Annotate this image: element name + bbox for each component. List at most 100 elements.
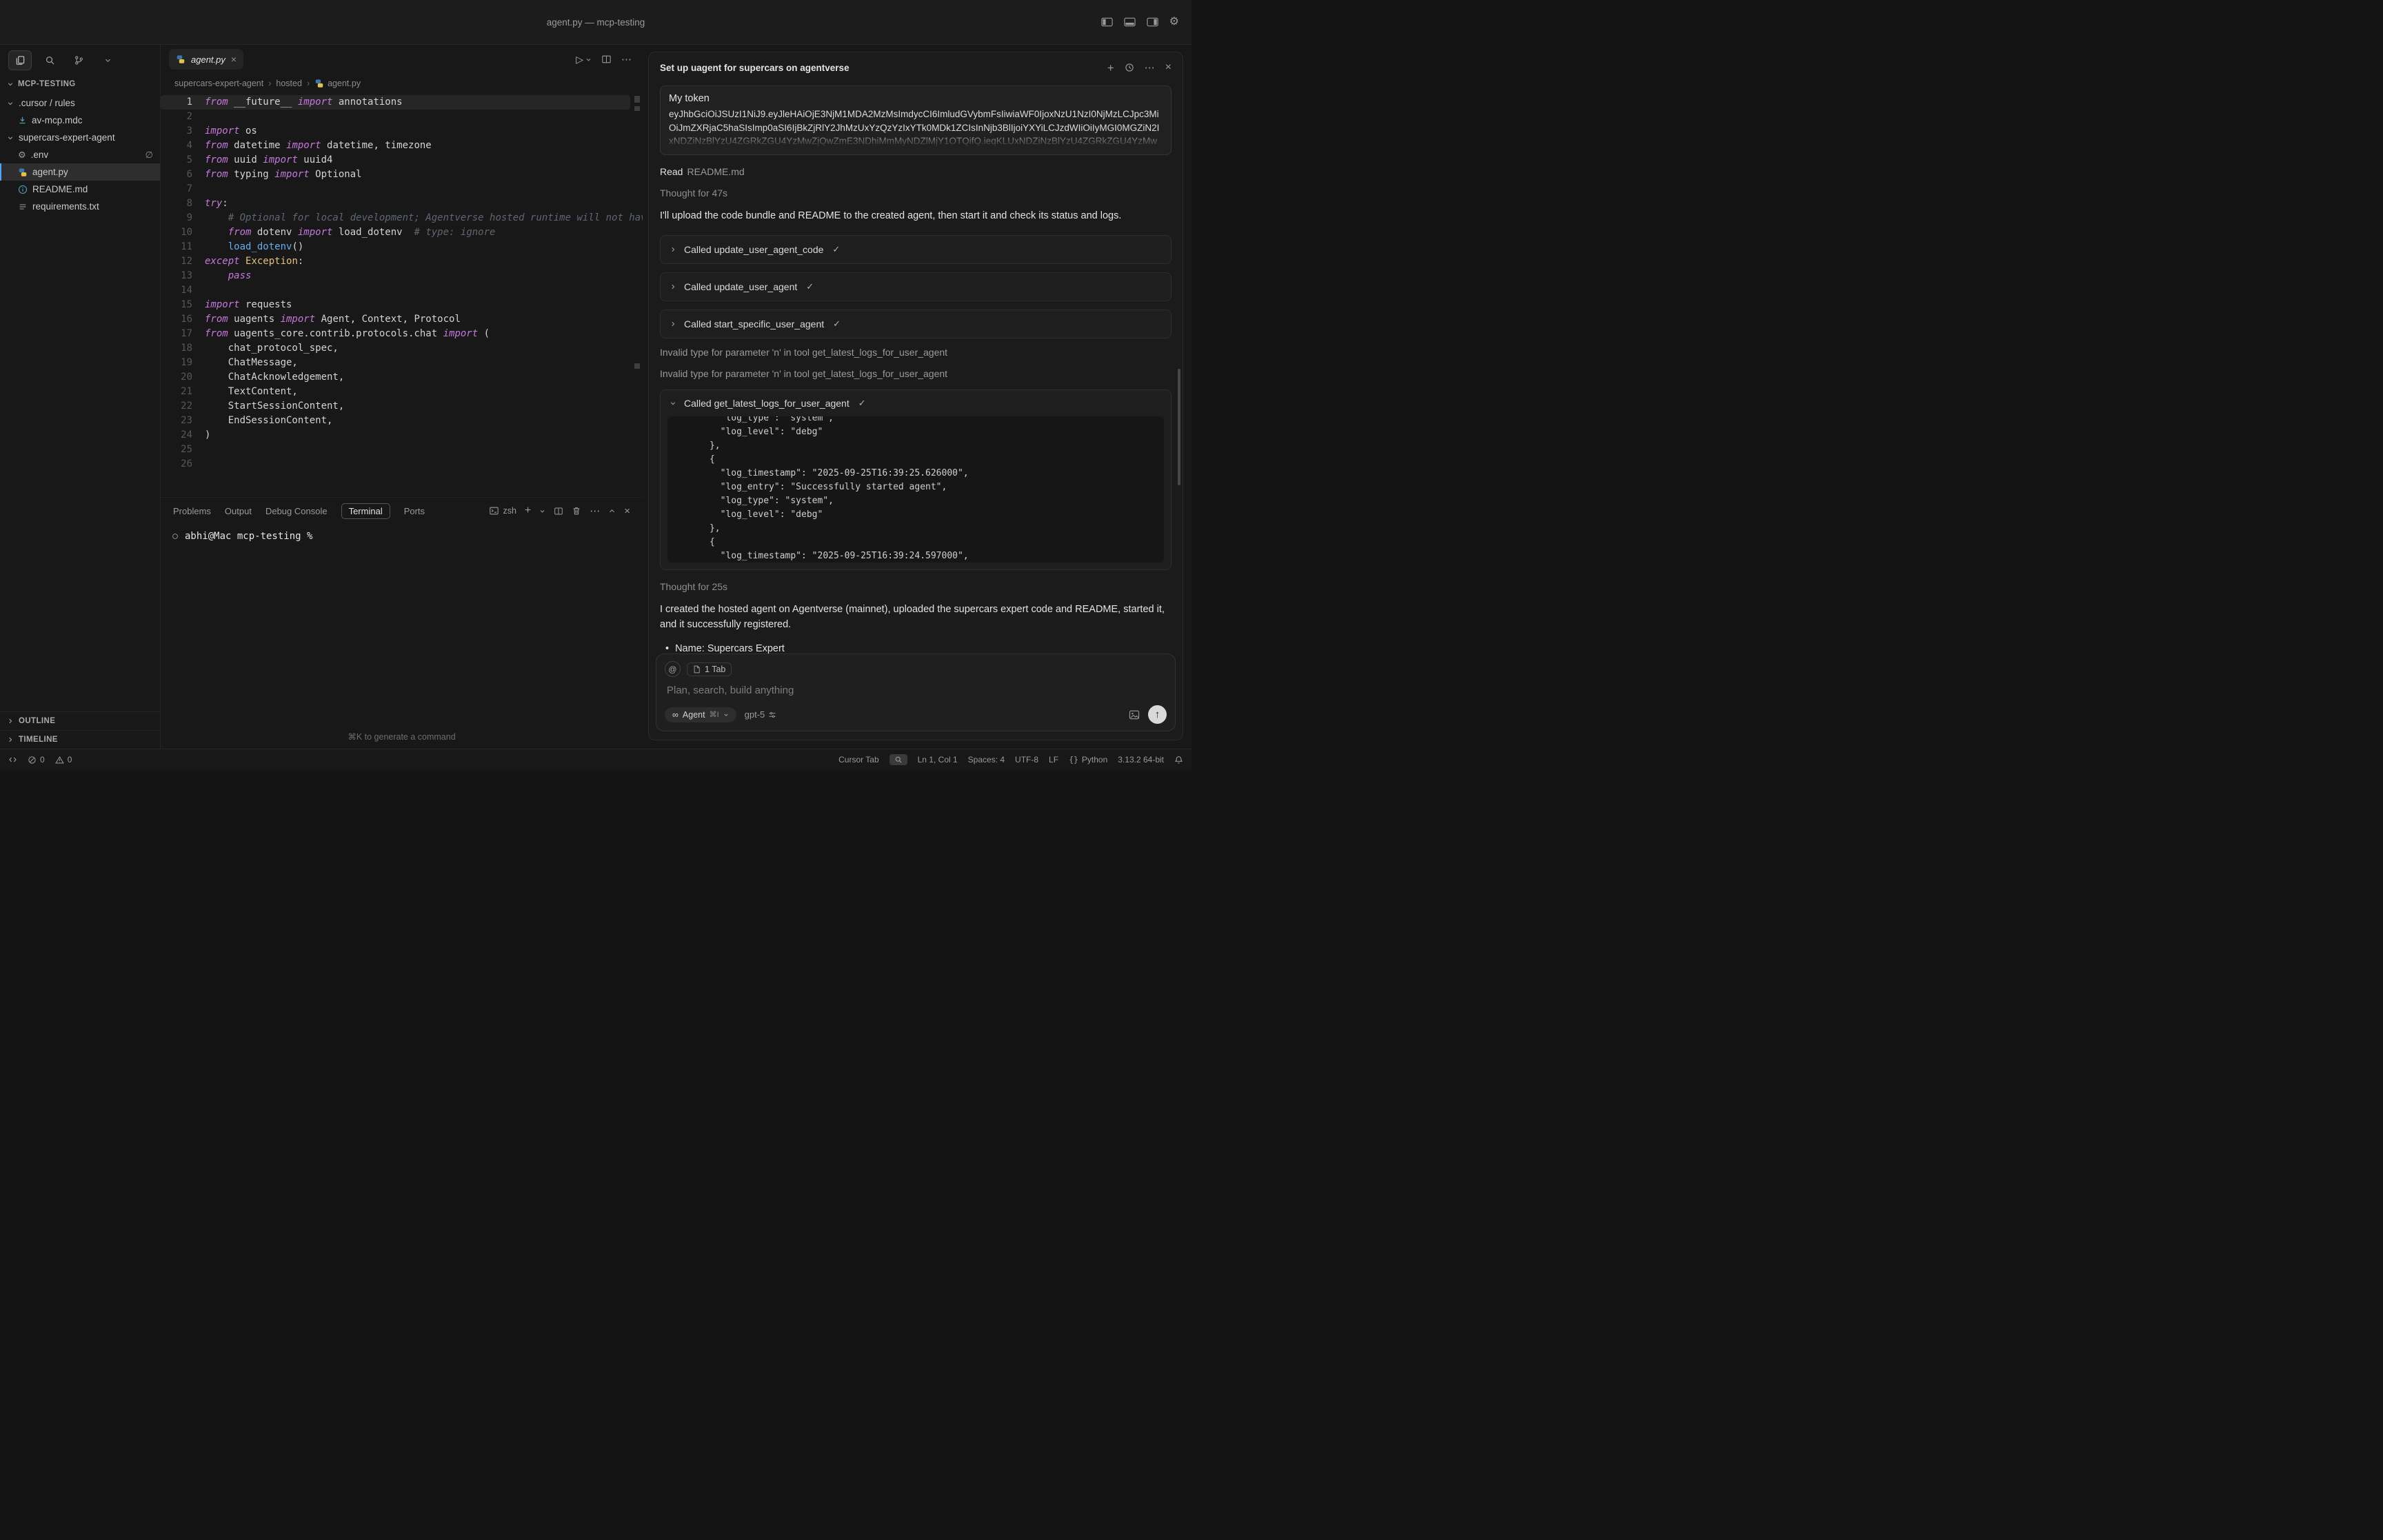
statusbar-item-0[interactable]: 0 xyxy=(55,755,72,764)
statusbar-item[interactable] xyxy=(1174,756,1183,764)
code-line[interactable]: 23 EndSessionContent, xyxy=(161,414,643,428)
breadcrumb-item-hosted[interactable]: hosted xyxy=(276,79,302,88)
statusbar-item-ln-1-col-1[interactable]: Ln 1, Col 1 xyxy=(918,755,958,764)
tool-output-log[interactable]: "log_type": "system", "log_level": "debg… xyxy=(667,416,1164,563)
kill-terminal-trash-icon[interactable] xyxy=(572,506,581,516)
send-button[interactable]: ↑ xyxy=(1148,705,1167,724)
explorer-icon[interactable] xyxy=(8,50,32,70)
new-terminal-icon[interactable]: + xyxy=(525,505,531,516)
maximize-panel-chevron-icon[interactable] xyxy=(608,507,616,515)
statusbar-item-3-13-2-64-bit[interactable]: 3.13.2 64-bit xyxy=(1118,755,1164,764)
tree-item-supercars-expert-agent[interactable]: supercars-expert-agent xyxy=(0,129,160,146)
tree-item-agent-py[interactable]: agent.py xyxy=(0,163,160,181)
code-line[interactable]: 19 ChatMessage, xyxy=(161,356,643,370)
tool-call-header[interactable]: Called get_latest_logs_for_user_agent✓ xyxy=(661,390,1171,416)
code-line[interactable]: 25 xyxy=(161,443,643,457)
tree-item-requirements-txt[interactable]: requirements.txt xyxy=(0,198,160,215)
toggle-left-panel-icon[interactable] xyxy=(1101,17,1113,27)
history-icon[interactable] xyxy=(1125,63,1134,72)
code-line[interactable]: 14 xyxy=(161,283,643,298)
code-line[interactable]: 21 TextContent, xyxy=(161,385,643,399)
close-panel-icon[interactable]: × xyxy=(624,506,630,516)
statusbar-item[interactable] xyxy=(8,756,17,764)
timeline-section[interactable]: TIMELINE xyxy=(0,730,160,749)
panel-tab-output[interactable]: Output xyxy=(225,504,252,518)
shell-selector[interactable]: zsh xyxy=(489,506,516,516)
add-context-button[interactable]: @ xyxy=(665,661,681,677)
code-line[interactable]: 8try: xyxy=(161,196,643,211)
panel-tab-debug-console[interactable]: Debug Console xyxy=(265,504,328,518)
thought-duration[interactable]: Thought for 47s xyxy=(660,188,1172,199)
toggle-bottom-panel-icon[interactable] xyxy=(1124,17,1136,27)
statusbar-item-utf-8[interactable]: UTF-8 xyxy=(1015,755,1038,764)
code-line[interactable]: 10 from dotenv import load_dotenv # type… xyxy=(161,225,643,240)
code-line[interactable]: 7 xyxy=(161,182,643,196)
tool-call-called-update-user-agent-code[interactable]: Called update_user_agent_code✓ xyxy=(660,235,1172,264)
code-line[interactable]: 24) xyxy=(161,428,643,443)
settings-gear-icon[interactable]: ⚙ xyxy=(1169,17,1179,28)
code-editor[interactable]: 1from __future__ import annotations23imp… xyxy=(161,93,643,497)
tree-item-av-mcp-mdc[interactable]: av-mcp.mdc xyxy=(0,112,160,129)
explorer-project-header[interactable]: MCP-TESTING xyxy=(0,75,160,93)
code-line[interactable]: 5from uuid import uuid4 xyxy=(161,153,643,168)
statusbar-item-cursor-tab[interactable]: Cursor Tab xyxy=(838,755,878,764)
statusbar-item-0[interactable]: 0 xyxy=(28,755,45,764)
search-icon[interactable] xyxy=(39,51,61,70)
code-line[interactable]: 22 StartSessionContent, xyxy=(161,399,643,414)
breadcrumb-item-supercars-expert-agent[interactable]: supercars-expert-agent xyxy=(174,79,263,88)
toggle-right-panel-icon[interactable] xyxy=(1147,17,1158,27)
more-views-chevron-icon[interactable] xyxy=(97,51,119,70)
code-line[interactable]: 16from uagents import Agent, Context, Pr… xyxy=(161,312,643,327)
tree-item-env[interactable]: ⚙.env∅ xyxy=(0,146,160,163)
code-line[interactable]: 6from typing import Optional xyxy=(161,168,643,182)
code-line[interactable]: 1from __future__ import annotations xyxy=(161,95,630,110)
attach-image-icon[interactable] xyxy=(1129,710,1140,720)
code-line[interactable]: 20 ChatAcknowledgement, xyxy=(161,370,643,385)
agent-mode-selector[interactable]: ∞ Agent ⌘I xyxy=(665,707,736,722)
tree-item-cursor-rules[interactable]: .cursor / rules xyxy=(0,94,160,112)
code-line[interactable]: 15import requests xyxy=(161,298,643,312)
close-icon[interactable]: × xyxy=(231,54,237,64)
new-chat-icon[interactable]: + xyxy=(1107,62,1114,74)
code-line[interactable]: 12except Exception: xyxy=(161,254,643,269)
statusbar-item-python[interactable]: {}Python xyxy=(1069,755,1107,764)
minimap[interactable] xyxy=(633,93,641,497)
thought-duration[interactable]: Thought for 25s xyxy=(660,581,1172,592)
chevron-down-icon[interactable] xyxy=(539,508,545,514)
tree-item-readme-md[interactable]: README.md xyxy=(0,181,160,198)
split-terminal-icon[interactable] xyxy=(554,507,563,516)
code-line[interactable]: 11 load_dotenv() xyxy=(161,240,643,254)
code-line[interactable]: 3import os xyxy=(161,124,643,139)
run-python-file-button[interactable]: ▷ xyxy=(576,54,592,65)
close-chat-icon[interactable]: × xyxy=(1165,62,1172,73)
code-line[interactable]: 2 xyxy=(161,110,643,124)
code-line[interactable]: 13 pass xyxy=(161,269,643,283)
panel-tab-terminal[interactable]: Terminal xyxy=(341,503,390,519)
more-actions-icon[interactable]: ⋯ xyxy=(621,54,632,65)
model-selector[interactable]: gpt-5 xyxy=(745,709,777,720)
action-target-file[interactable]: README.md xyxy=(687,166,744,177)
chat-scrollbar[interactable] xyxy=(1178,369,1180,485)
panel-tab-problems[interactable]: Problems xyxy=(173,504,211,518)
source-control-icon[interactable] xyxy=(68,51,90,70)
chat-more-icon[interactable]: ⋯ xyxy=(1145,63,1155,73)
code-line[interactable]: 26 xyxy=(161,457,643,472)
panel-tab-ports[interactable]: Ports xyxy=(404,504,425,518)
outline-section[interactable]: OUTLINE xyxy=(0,711,160,730)
statusbar-item[interactable] xyxy=(889,754,907,765)
breadcrumb-item-agent-py[interactable]: agent.py xyxy=(314,79,361,88)
terminal[interactable]: abhi@Mac mcp-testing % ⌘K to generate a … xyxy=(161,524,643,749)
chat-input-field[interactable]: Plan, search, build anything xyxy=(667,685,1165,696)
code-line[interactable]: 18 chat_protocol_spec, xyxy=(161,341,643,356)
code-line[interactable]: 17from uagents_core.contrib.protocols.ch… xyxy=(161,327,643,341)
tab-context-chip[interactable]: 1 Tab xyxy=(687,662,732,676)
split-editor-icon[interactable] xyxy=(601,54,612,64)
editor-tab-agent-py[interactable]: agent.py × xyxy=(169,49,243,70)
tool-call-called-update-user-agent[interactable]: Called update_user_agent✓ xyxy=(660,272,1172,301)
code-line[interactable]: 4from datetime import datetime, timezone xyxy=(161,139,643,153)
code-line[interactable]: 9 # Optional for local development; Agen… xyxy=(161,211,643,225)
statusbar-item-lf[interactable]: LF xyxy=(1049,755,1058,764)
tool-call-called-start-specific-user-agent[interactable]: Called start_specific_user_agent✓ xyxy=(660,310,1172,338)
panel-more-icon[interactable]: ⋯ xyxy=(590,506,600,516)
chat-input-card[interactable]: @ 1 Tab Plan, search, build anything ∞ A… xyxy=(656,654,1176,731)
